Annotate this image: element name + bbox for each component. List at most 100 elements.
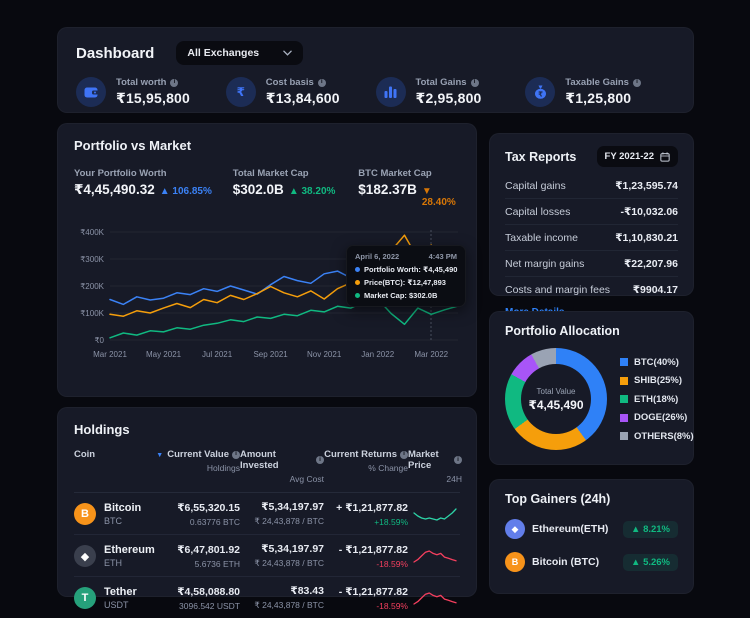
- info-icon[interactable]: [170, 79, 178, 87]
- table-row-bitcoin[interactable]: B Bitcoin BTC ₹6,55,320.150.63776 BTC ₹5…: [74, 493, 460, 535]
- amount-invested-cell: ₹5,34,197.97₹ 24,43,878 / BTC: [240, 501, 324, 527]
- amount-invested: ₹83.43: [290, 585, 324, 597]
- coin-glyph: ◆: [81, 550, 89, 563]
- column-label: Amount Invested: [240, 449, 313, 471]
- coin-name: Bitcoin: [104, 502, 141, 514]
- column-coin[interactable]: Coin: [74, 449, 148, 460]
- tax-row-net-margin-gains: Net margin gains ₹22,207.96: [505, 251, 678, 277]
- trend-arrow-icon: ▼: [422, 186, 432, 197]
- column-current-returns[interactable]: Current Returns % Change: [324, 449, 408, 473]
- stat-value: ₹2,95,800: [416, 90, 482, 107]
- stat-change: ▲ 106.85%: [160, 186, 212, 197]
- stat-change: ▲ 38.20%: [289, 186, 336, 197]
- legend-swatch-icon: [620, 377, 628, 385]
- info-icon[interactable]: [318, 79, 326, 87]
- btc-market-cap-stat: BTC Market Cap $182.37B ▼ 28.40%: [358, 168, 460, 208]
- trend-arrow-icon: ▲: [289, 186, 299, 197]
- stat-total-gains: Total Gains ₹2,95,800: [376, 77, 526, 107]
- table-row-tether[interactable]: T Tether USDT ₹4,58,088.803096.542 USDT …: [74, 577, 460, 618]
- stat-value: ₹4,45,490.32: [74, 182, 155, 198]
- tooltip-item-text: Price(BTC): ₹12,47,893: [364, 278, 446, 287]
- portfolio-vs-market-card: Portfolio vs Market Your Portfolio Worth…: [57, 123, 477, 397]
- coin-names: Tether USDT: [104, 586, 137, 610]
- column-current-value[interactable]: Current Value Holdings: [148, 449, 240, 473]
- gain-badge: ▲ 8.21%: [623, 521, 678, 538]
- card-title: Portfolio vs Market: [74, 138, 460, 153]
- returns: - ₹1,21,877.82: [339, 544, 408, 556]
- current-returns-cell: + ₹1,21,877.82+18.59%: [324, 502, 408, 527]
- info-icon[interactable]: [633, 79, 641, 87]
- info-icon[interactable]: [471, 79, 479, 87]
- stat-label-text: Cost basis: [266, 77, 314, 88]
- wallet-icon: [76, 77, 106, 107]
- tax-row-capital-gains: Capital gains₹1,23,595.74: [505, 173, 678, 199]
- gainer-row-bitcoin[interactable]: B Bitcoin (BTC) ▲ 5.26%: [505, 552, 678, 572]
- tax-label: Capital losses: [505, 206, 570, 218]
- legend-item-shib: SHIB(25%): [620, 375, 694, 386]
- up-arrow-icon: ▲: [631, 557, 640, 568]
- tax-label: Taxable income: [505, 232, 578, 244]
- stat-label: Cost basis: [266, 77, 340, 88]
- svg-text:Mar 2021: Mar 2021: [93, 350, 127, 359]
- holdings-amount: 0.63776 BTC: [190, 517, 240, 527]
- gainer-row-ethereum[interactable]: ◆ Ethereum(ETH) ▲ 8.21%: [505, 519, 678, 539]
- stat-label-text: Taxable Gains: [565, 77, 629, 88]
- allocation-body: Total Value ₹4,45,490 BTC(40%) SHIB(25%)…: [505, 348, 678, 450]
- tether-icon: T: [74, 587, 96, 609]
- svg-text:Mar 2022: Mar 2022: [414, 350, 448, 359]
- tax-value: ₹22,207.96: [624, 258, 678, 270]
- tax-reports-card: Tax Reports FY 2021-22 Capital gains₹1,2…: [489, 133, 694, 296]
- tooltip-date: April 6, 2022: [355, 252, 399, 261]
- stat-value: ₹15,95,800: [116, 90, 190, 107]
- price-sparkline: [412, 506, 458, 522]
- gainer-coin: B Bitcoin (BTC): [505, 552, 599, 572]
- total-value-label: Total Value: [537, 387, 576, 396]
- column-market-price[interactable]: Market Price 24H: [408, 449, 462, 484]
- legend-swatch-icon: [620, 432, 628, 440]
- tax-value: ₹1,23,595.74: [615, 180, 678, 192]
- ethereum-icon: ◆: [505, 519, 525, 539]
- legend-item-eth: ETH(18%): [620, 394, 694, 405]
- exchange-selector[interactable]: All Exchanges: [176, 41, 303, 65]
- info-icon[interactable]: [400, 451, 408, 459]
- tooltip-item-text: Market Cap: $302.0B: [364, 291, 437, 300]
- current-value: ₹6,55,320.15: [177, 502, 240, 514]
- tax-label: Net margin gains: [505, 258, 584, 270]
- legend-label: DOGE(26%): [634, 412, 687, 423]
- stat-text: Total Gains ₹2,95,800: [416, 77, 482, 107]
- series-dot-icon: [355, 293, 360, 298]
- info-icon[interactable]: [232, 451, 240, 459]
- trend-arrow-icon: ▲: [160, 186, 170, 197]
- up-arrow-icon: ▲: [631, 524, 640, 535]
- current-returns-cell: - ₹1,21,877.82-18.59%: [324, 544, 408, 569]
- coin-glyph: B: [512, 557, 519, 567]
- tax-row-capital-losses: Capital losses-₹10,032.06: [505, 199, 678, 225]
- info-icon[interactable]: [454, 456, 462, 464]
- column-amount-invested[interactable]: Amount Invested Avg Cost: [240, 449, 324, 484]
- info-icon[interactable]: [316, 456, 324, 464]
- table-row-ethereum[interactable]: ◆ Ethereum ETH ₹6,47,801.925.6736 ETH ₹5…: [74, 535, 460, 577]
- column-label: Current Value: [167, 449, 229, 460]
- header-row: Dashboard All Exchanges: [76, 41, 675, 65]
- line-chart-area[interactable]: ₹400K₹300K₹200K₹100K₹0Mar 2021May 2021Ju…: [74, 216, 460, 362]
- allocation-donut-chart[interactable]: Total Value ₹4,45,490: [505, 348, 607, 450]
- card-title: Holdings: [74, 422, 460, 437]
- holdings-amount: 5.6736 ETH: [195, 559, 240, 569]
- fiscal-year-selector[interactable]: FY 2021-22: [597, 146, 678, 167]
- page-title: Dashboard: [76, 45, 154, 62]
- stat-label: BTC Market Cap: [358, 168, 460, 179]
- returns: - ₹1,21,877.82: [339, 586, 408, 598]
- change-pct: 28.40%: [422, 197, 456, 208]
- portfolio-allocation-card: Portfolio Allocation Total Value ₹4,45,4…: [489, 311, 694, 465]
- svg-text:May 2021: May 2021: [146, 350, 182, 359]
- stat-taxable-gains: ₹ Taxable Gains ₹1,25,800: [525, 77, 675, 107]
- avg-cost: ₹ 24,43,878 / BTC: [254, 516, 324, 527]
- stat-value: $302.0B: [233, 182, 284, 197]
- coin-glyph: ◆: [512, 524, 519, 535]
- coin-cell: T Tether USDT: [74, 586, 148, 610]
- current-value-cell: ₹4,58,088.803096.542 USDT: [148, 586, 240, 611]
- holdings-card: Holdings Coin Current Value Holdings Amo…: [57, 407, 477, 597]
- bitcoin-icon: B: [505, 552, 525, 572]
- top-gainers-card: Top Gainers (24h) ◆ Ethereum(ETH) ▲ 8.21…: [489, 479, 694, 594]
- current-returns-cell: - ₹1,21,877.82-18.59%: [324, 586, 408, 611]
